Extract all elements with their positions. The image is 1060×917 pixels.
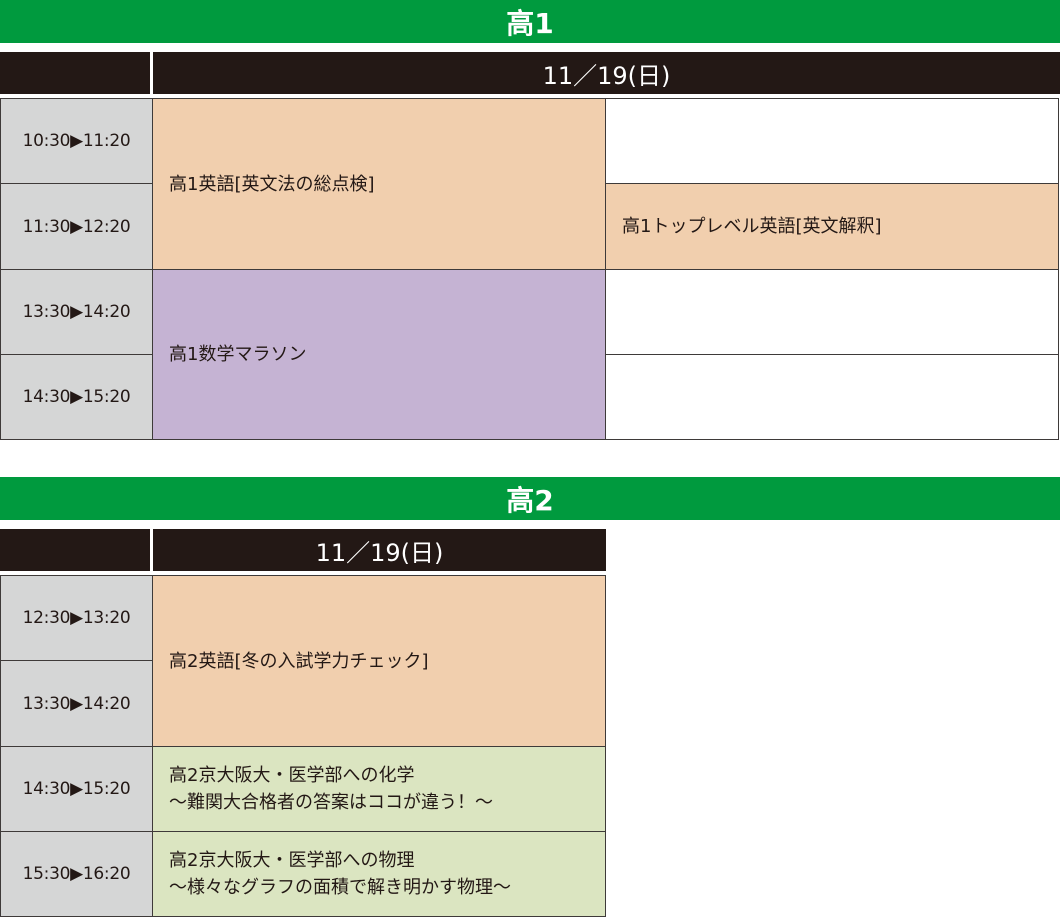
triangle-right-icon: ▶ [70,387,83,407]
grade2-english-session: 高2英語[冬の入試学力チェック] [152,575,606,747]
time-slot: 13:30 ▶ 14:20 [0,269,153,355]
grade1-top-english-session: 高1トップレベル英語[英文解釈] [605,183,1059,270]
time-start: 12:30 [22,608,71,628]
session-title: 高1数学マラソン [169,344,307,365]
time-end: 15:20 [82,779,131,799]
time-slot: 12:30 ▶ 13:20 [0,575,153,661]
grade2-date: 11／19(日) [315,538,444,567]
time-slot: 15:30 ▶ 16:20 [0,831,153,917]
grade2-title: 高2 [506,483,554,517]
time-start: 13:30 [22,693,71,714]
triangle-right-icon: ▶ [70,302,83,322]
time-start: 14:30 [22,779,71,799]
triangle-right-icon: ▶ [70,216,83,237]
grade1-math-session: 高1数学マラソン [152,269,606,440]
grade1-date: 11／19(日) [542,61,671,90]
session-subtitle: ～難関大合格者の答案はココが違う！～ [169,792,493,813]
time-slot: 10:30 ▶ 11:20 [0,98,153,184]
triangle-right-icon: ▶ [70,864,83,884]
session-subtitle: ～様々なグラフの面積で解き明かす物理～ [169,877,511,898]
grade1-english-session: 高1英語[英文法の総点検] [152,98,606,270]
time-start: 13:30 [22,302,71,322]
grade2-date-header: 11／19(日) [153,529,606,571]
time-start: 11:30 [22,216,71,237]
time-slot: 14:30 ▶ 15:20 [0,746,153,832]
grade1-header: 高1 [0,0,1060,43]
time-end: 14:20 [82,302,131,322]
time-end: 12:20 [82,216,131,237]
time-end: 16:20 [82,864,131,884]
time-start: 10:30 [22,131,71,151]
time-start: 14:30 [22,387,71,407]
session-title: 高2京大阪大・医学部への化学 [169,765,415,786]
grade2-date-corner [0,529,150,571]
time-end: 13:20 [82,608,131,628]
empty-slot [605,269,1059,355]
grade1-title: 高1 [506,6,554,40]
time-end: 11:20 [82,131,131,151]
triangle-right-icon: ▶ [70,131,83,151]
time-start: 15:30 [22,864,71,884]
time-end: 15:20 [82,387,131,407]
grade1-date-header: 11／19(日) [153,52,1060,94]
session-title: 高1トップレベル英語[英文解釈] [622,216,882,237]
triangle-right-icon: ▶ [70,608,83,628]
grade2-header: 高2 [0,477,1060,520]
time-slot: 13:30 ▶ 14:20 [0,660,153,747]
grade2-chemistry-session: 高2京大阪大・医学部への化学 ～難関大合格者の答案はココが違う！～ [152,746,606,832]
triangle-right-icon: ▶ [70,779,83,799]
empty-slot [605,98,1059,184]
time-slot: 14:30 ▶ 15:20 [0,354,153,440]
triangle-right-icon: ▶ [70,693,83,714]
grade1-date-corner [0,52,150,94]
time-end: 14:20 [82,693,131,714]
empty-slot [605,354,1059,440]
time-slot: 11:30 ▶ 12:20 [0,183,153,270]
grade2-physics-session: 高2京大阪大・医学部への物理 ～様々なグラフの面積で解き明かす物理～ [152,831,606,917]
session-title: 高1英語[英文法の総点検] [169,173,375,195]
session-title: 高2英語[冬の入試学力チェック] [169,650,429,672]
session-title: 高2京大阪大・医学部への物理 [169,850,415,871]
